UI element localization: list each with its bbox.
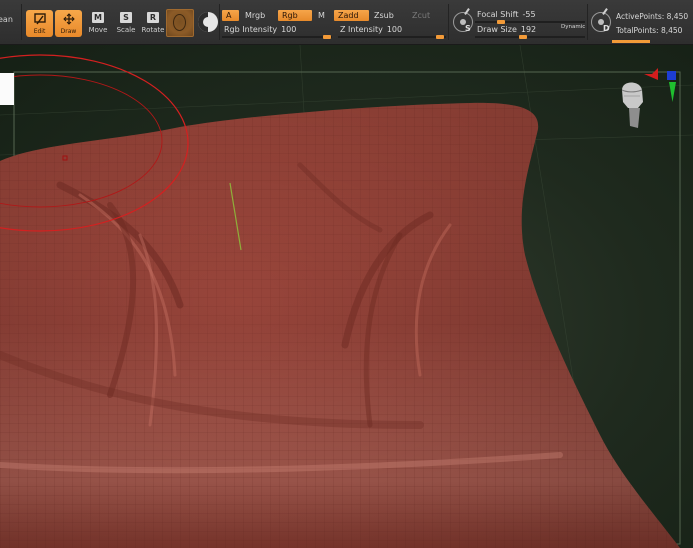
divider (219, 4, 220, 40)
rotate-button[interactable]: R Rotate (139, 10, 167, 38)
d-letter: D (603, 24, 610, 33)
mrgb-toggle[interactable]: Mrgb (241, 10, 269, 21)
scene-canvas[interactable] (0, 45, 693, 548)
clipped-label: ean (0, 15, 13, 24)
rgb-intensity-value: 100 (281, 25, 297, 34)
active-points-value: 8,450 (666, 12, 689, 21)
m-toggle[interactable]: M (314, 10, 329, 21)
draw-size-value: 192 (520, 25, 537, 34)
gizmo-y-axis (669, 82, 676, 102)
edit-button[interactable]: Edit (26, 10, 53, 37)
head-orientation-gizmo-icon[interactable] (614, 68, 680, 138)
slider-knob[interactable] (323, 35, 331, 39)
gizmo-x-axis (644, 68, 658, 80)
material-button[interactable] (166, 9, 194, 37)
slider-track (475, 21, 585, 23)
zadd-toggle[interactable]: Zadd (334, 10, 369, 21)
rotate-label: Rotate (141, 26, 165, 34)
divider (21, 4, 22, 40)
divider (448, 4, 449, 40)
z-intensity-value: 100 (386, 25, 403, 34)
scale-label: Scale (116, 26, 136, 34)
draw-size-label: Draw Size (477, 25, 517, 34)
draw-label: Draw (60, 28, 77, 35)
zsub-toggle[interactable]: Zsub (370, 10, 398, 21)
rgb-intensity-label: Rgb Intensity (224, 25, 278, 34)
draw-move-arrows-icon (62, 13, 75, 25)
draw-button[interactable]: Draw (55, 10, 82, 37)
zcut-toggle[interactable]: Zcut (408, 10, 434, 21)
slider-track (222, 36, 332, 38)
edit-label: Edit (33, 28, 46, 35)
rgb-toggle[interactable]: Rgb (278, 10, 312, 21)
total-points-value: 8,450 (660, 26, 683, 35)
slider-knob[interactable] (519, 35, 527, 39)
z-intensity-label: Z Intensity (340, 25, 383, 34)
z-intensity-slider[interactable]: Z Intensity 100 (338, 24, 446, 39)
total-points-label: TotalPoints: (616, 26, 659, 35)
total-points: TotalPoints: 8,450 (616, 26, 682, 35)
slider-knob[interactable] (436, 35, 444, 39)
color-button[interactable] (198, 12, 218, 32)
focal-shift-label: Focal Shift (477, 10, 519, 19)
material-sphere-icon (173, 14, 186, 31)
a-toggle[interactable]: A (222, 10, 239, 21)
slider-track (475, 36, 585, 38)
slider-track (338, 36, 446, 38)
scale-button[interactable]: S Scale (112, 10, 140, 38)
color-yin-yang-icon (203, 17, 213, 27)
move-label: Move (88, 26, 108, 34)
move-icon: M (92, 12, 104, 23)
active-points-label: ActivePoints: (616, 12, 665, 21)
canvas-viewport[interactable] (0, 45, 693, 548)
points-bar (612, 40, 650, 43)
dynamic-toggle[interactable]: Dynamic (561, 24, 585, 30)
pillow-mesh (0, 102, 680, 548)
s-letter: S (465, 24, 471, 33)
pillow-shading (0, 102, 680, 548)
top-toolbar: ean Edit Draw M Move S Scale R Rotate A … (0, 0, 693, 45)
edit-icon (33, 13, 46, 25)
move-button[interactable]: M Move (84, 10, 112, 38)
focal-shift-slider[interactable]: Focal Shift -55 (475, 9, 585, 24)
side-panel-tab[interactable] (0, 73, 14, 105)
focal-shift-value: -55 (522, 10, 536, 19)
rotate-icon: R (147, 12, 159, 23)
scale-icon: S (120, 12, 132, 23)
gizmo-z-axis (667, 71, 676, 80)
active-points: ActivePoints: 8,450 (616, 12, 688, 21)
gizmo-head (621, 82, 643, 128)
divider (587, 4, 588, 40)
rgb-intensity-slider[interactable]: Rgb Intensity 100 (222, 24, 332, 39)
